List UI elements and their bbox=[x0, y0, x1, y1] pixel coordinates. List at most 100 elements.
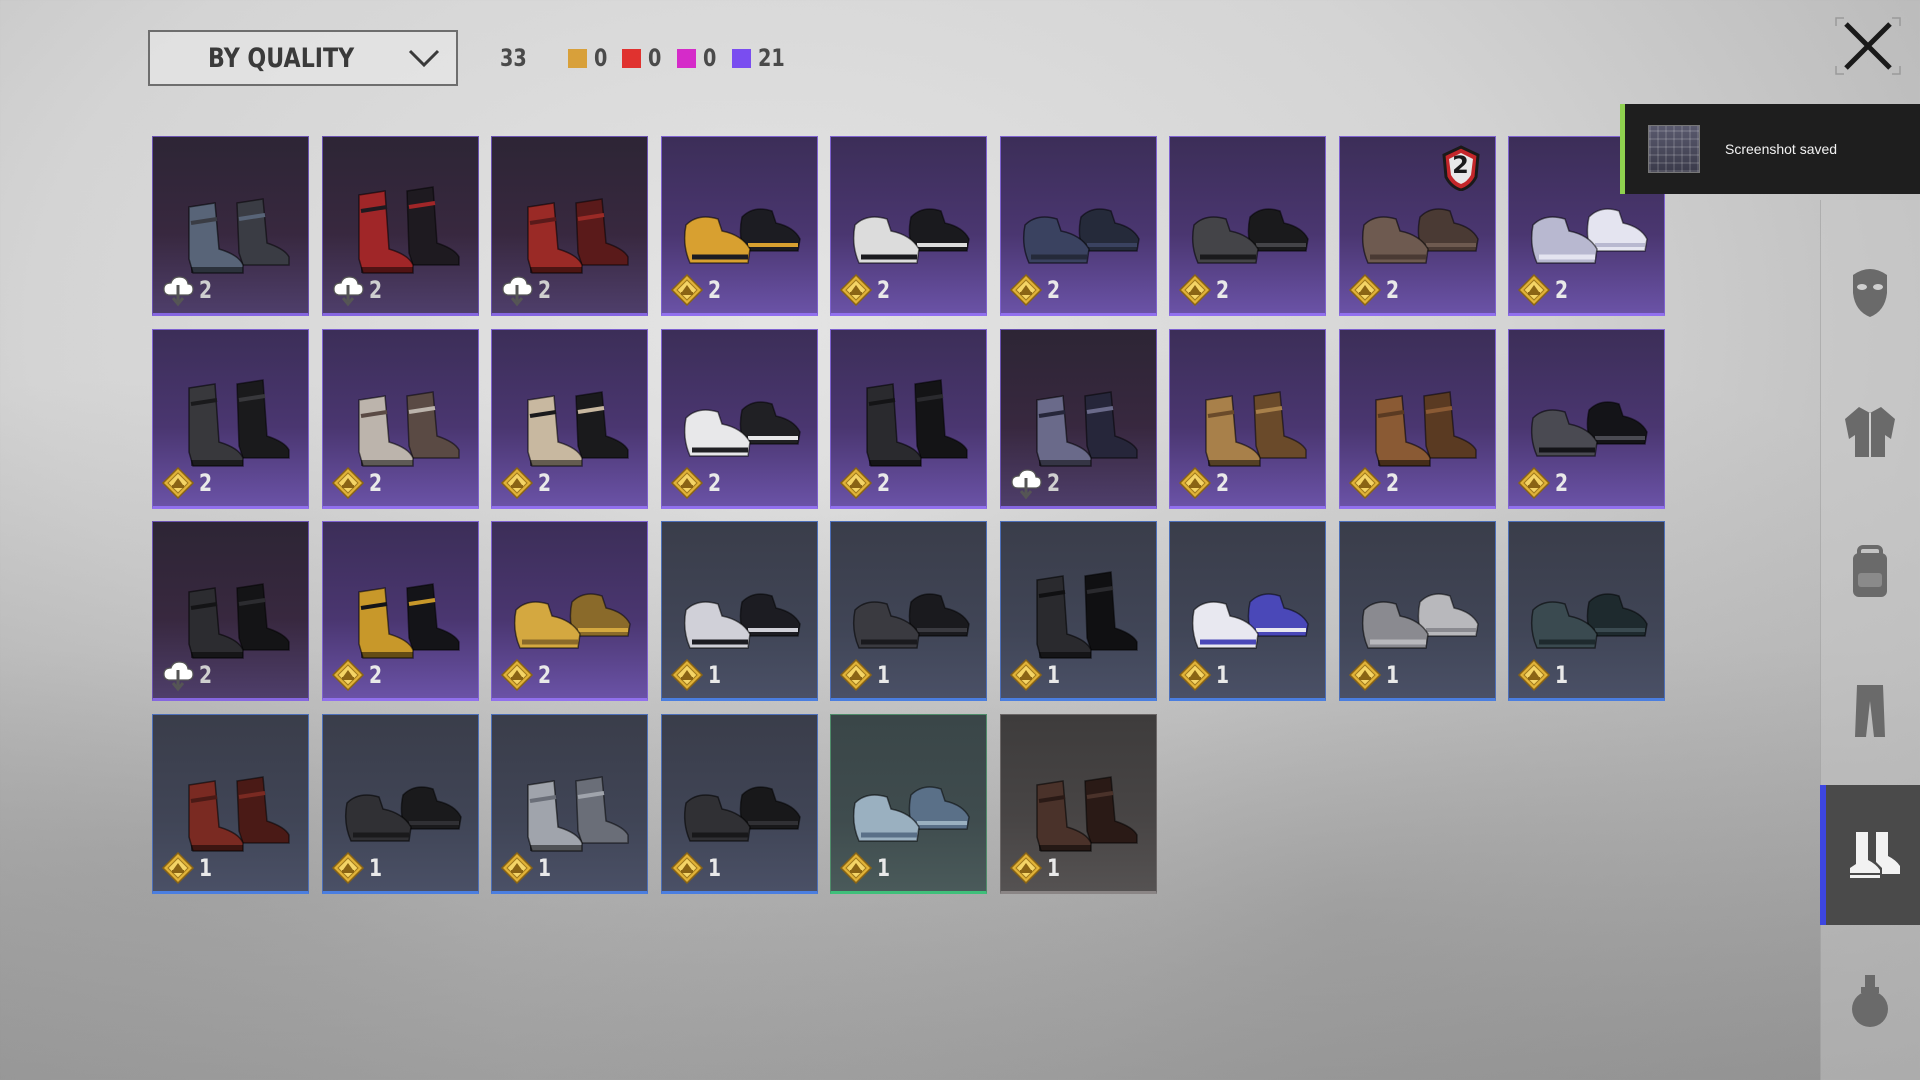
item-count-value: 1 bbox=[368, 853, 382, 882]
inventory-item[interactable]: 2 bbox=[1169, 328, 1326, 509]
inventory-item[interactable]: 2 bbox=[830, 328, 987, 509]
coin-icon bbox=[839, 851, 873, 884]
item-count: 2 bbox=[1348, 466, 1403, 500]
item-count-value: 2 bbox=[877, 468, 891, 497]
item-count-value: 1 bbox=[538, 853, 552, 882]
sort-dropdown[interactable]: BY QUALITY bbox=[148, 30, 458, 86]
item-count-value: 2 bbox=[877, 276, 891, 304]
cloud-download-icon bbox=[163, 661, 194, 692]
coin-icon bbox=[1517, 659, 1551, 692]
inventory-item[interactable]: 2 bbox=[1508, 328, 1665, 509]
item-count-value: 2 bbox=[1555, 468, 1569, 497]
item-count-value: 2 bbox=[1216, 276, 1230, 304]
inventory-item[interactable]: 2 bbox=[152, 521, 309, 702]
item-count: 2 bbox=[161, 273, 216, 307]
inventory-item[interactable]: 1 bbox=[1338, 521, 1496, 702]
sidebar-tab-jacket[interactable] bbox=[1820, 360, 1920, 500]
quality-stat: 0 bbox=[568, 44, 611, 72]
quality-swatch bbox=[622, 48, 641, 68]
inventory-item[interactable]: 2 bbox=[660, 136, 818, 316]
inventory-item[interactable]: 2 bbox=[321, 136, 479, 316]
inventory-item[interactable]: 2 bbox=[999, 136, 1157, 316]
sidebar-tab-mask[interactable] bbox=[1820, 220, 1920, 360]
inventory-item[interactable]: 22 bbox=[1338, 136, 1496, 316]
shoe-image bbox=[357, 390, 460, 467]
item-count-value: 2 bbox=[1385, 468, 1399, 497]
coin-icon bbox=[1517, 466, 1551, 499]
inventory-item[interactable]: 2 bbox=[999, 328, 1157, 509]
quality-stat: 0 bbox=[677, 44, 720, 72]
item-count: 1 bbox=[839, 658, 894, 692]
inventory-item[interactable]: 2 bbox=[321, 328, 479, 509]
item-count-value: 2 bbox=[199, 468, 213, 497]
shoe-image bbox=[1035, 775, 1138, 852]
item-count: 2 bbox=[670, 273, 725, 307]
coin-icon bbox=[1009, 273, 1042, 307]
quality-count: 21 bbox=[758, 44, 785, 72]
item-count-value: 2 bbox=[1216, 468, 1230, 497]
inventory-item[interactable]: 2 bbox=[321, 521, 479, 702]
shoe-image bbox=[852, 208, 970, 264]
shoe-image bbox=[188, 775, 290, 852]
inventory-item[interactable]: 1 bbox=[1169, 521, 1326, 702]
item-count: 1 bbox=[670, 851, 725, 885]
item-count: 2 bbox=[1009, 273, 1064, 307]
inventory-item[interactable]: 1 bbox=[999, 521, 1157, 702]
item-count-value: 1 bbox=[707, 661, 721, 690]
shoe-image bbox=[527, 390, 629, 467]
coin-icon bbox=[331, 466, 364, 499]
inventory-item[interactable]: 1 bbox=[491, 713, 648, 894]
inventory-item[interactable]: 2 bbox=[660, 328, 818, 509]
inventory-item[interactable]: 1 bbox=[152, 713, 309, 894]
inventory-item[interactable]: 2 bbox=[1338, 328, 1496, 509]
coin-icon bbox=[161, 851, 195, 884]
inventory-item[interactable]: 2 bbox=[152, 136, 309, 316]
close-icon bbox=[1835, 17, 1901, 75]
sort-label: BY QUALITY bbox=[208, 42, 355, 74]
quality-swatch bbox=[732, 48, 751, 68]
pants-icon bbox=[1855, 685, 1885, 737]
level-badge: 2 bbox=[1441, 145, 1481, 192]
inventory-item[interactable]: 1 bbox=[660, 521, 818, 702]
coin-icon bbox=[839, 466, 873, 499]
jacket-icon bbox=[1845, 407, 1895, 457]
inventory-item[interactable]: 1 bbox=[999, 713, 1157, 894]
inventory-item[interactable]: 1 bbox=[321, 713, 479, 894]
inventory-item[interactable]: 2 bbox=[491, 521, 648, 702]
potion-icon bbox=[1852, 975, 1888, 1027]
sidebar-tab-shoes[interactable] bbox=[1820, 785, 1920, 925]
inventory-item[interactable]: 2 bbox=[491, 136, 648, 316]
inventory-item[interactable]: 2 bbox=[1169, 136, 1326, 316]
inventory-item[interactable]: 1 bbox=[660, 713, 818, 894]
item-count: 2 bbox=[500, 466, 555, 500]
shoe-image bbox=[188, 378, 290, 467]
backpack-icon bbox=[1853, 545, 1887, 597]
inventory-item[interactable]: 1 bbox=[830, 713, 987, 894]
shoe-image bbox=[1205, 390, 1307, 467]
cloud-download-icon bbox=[1010, 468, 1042, 499]
item-count: 2 bbox=[161, 658, 216, 692]
quality-count: 0 bbox=[703, 44, 717, 72]
inventory-item[interactable]: 1 bbox=[1508, 521, 1665, 702]
inventory-item[interactable]: 2 bbox=[152, 328, 309, 509]
screenshot-thumbnail bbox=[1648, 125, 1700, 173]
coin-icon bbox=[1348, 659, 1381, 692]
inventory-item[interactable]: 2 bbox=[491, 328, 648, 509]
item-count: 2 bbox=[1517, 273, 1572, 307]
shoe-image bbox=[683, 786, 801, 842]
coin-icon bbox=[1348, 273, 1381, 307]
inventory-item[interactable]: 1 bbox=[830, 521, 987, 702]
inventory-item[interactable]: 2 bbox=[830, 136, 987, 316]
item-count-value: 2 bbox=[538, 276, 552, 304]
item-count-value: 2 bbox=[1555, 276, 1569, 304]
coin-icon bbox=[161, 466, 195, 499]
sidebar-tab-pants[interactable] bbox=[1820, 640, 1920, 780]
quality-swatch bbox=[568, 48, 587, 68]
close-button[interactable] bbox=[1832, 14, 1904, 78]
coin-icon bbox=[331, 659, 364, 692]
item-count: 1 bbox=[1009, 658, 1064, 692]
item-count: 2 bbox=[331, 466, 386, 500]
sidebar-tab-potion[interactable] bbox=[1820, 930, 1920, 1070]
item-count-value: 2 bbox=[199, 661, 213, 690]
sidebar-tab-backpack[interactable] bbox=[1820, 500, 1920, 640]
